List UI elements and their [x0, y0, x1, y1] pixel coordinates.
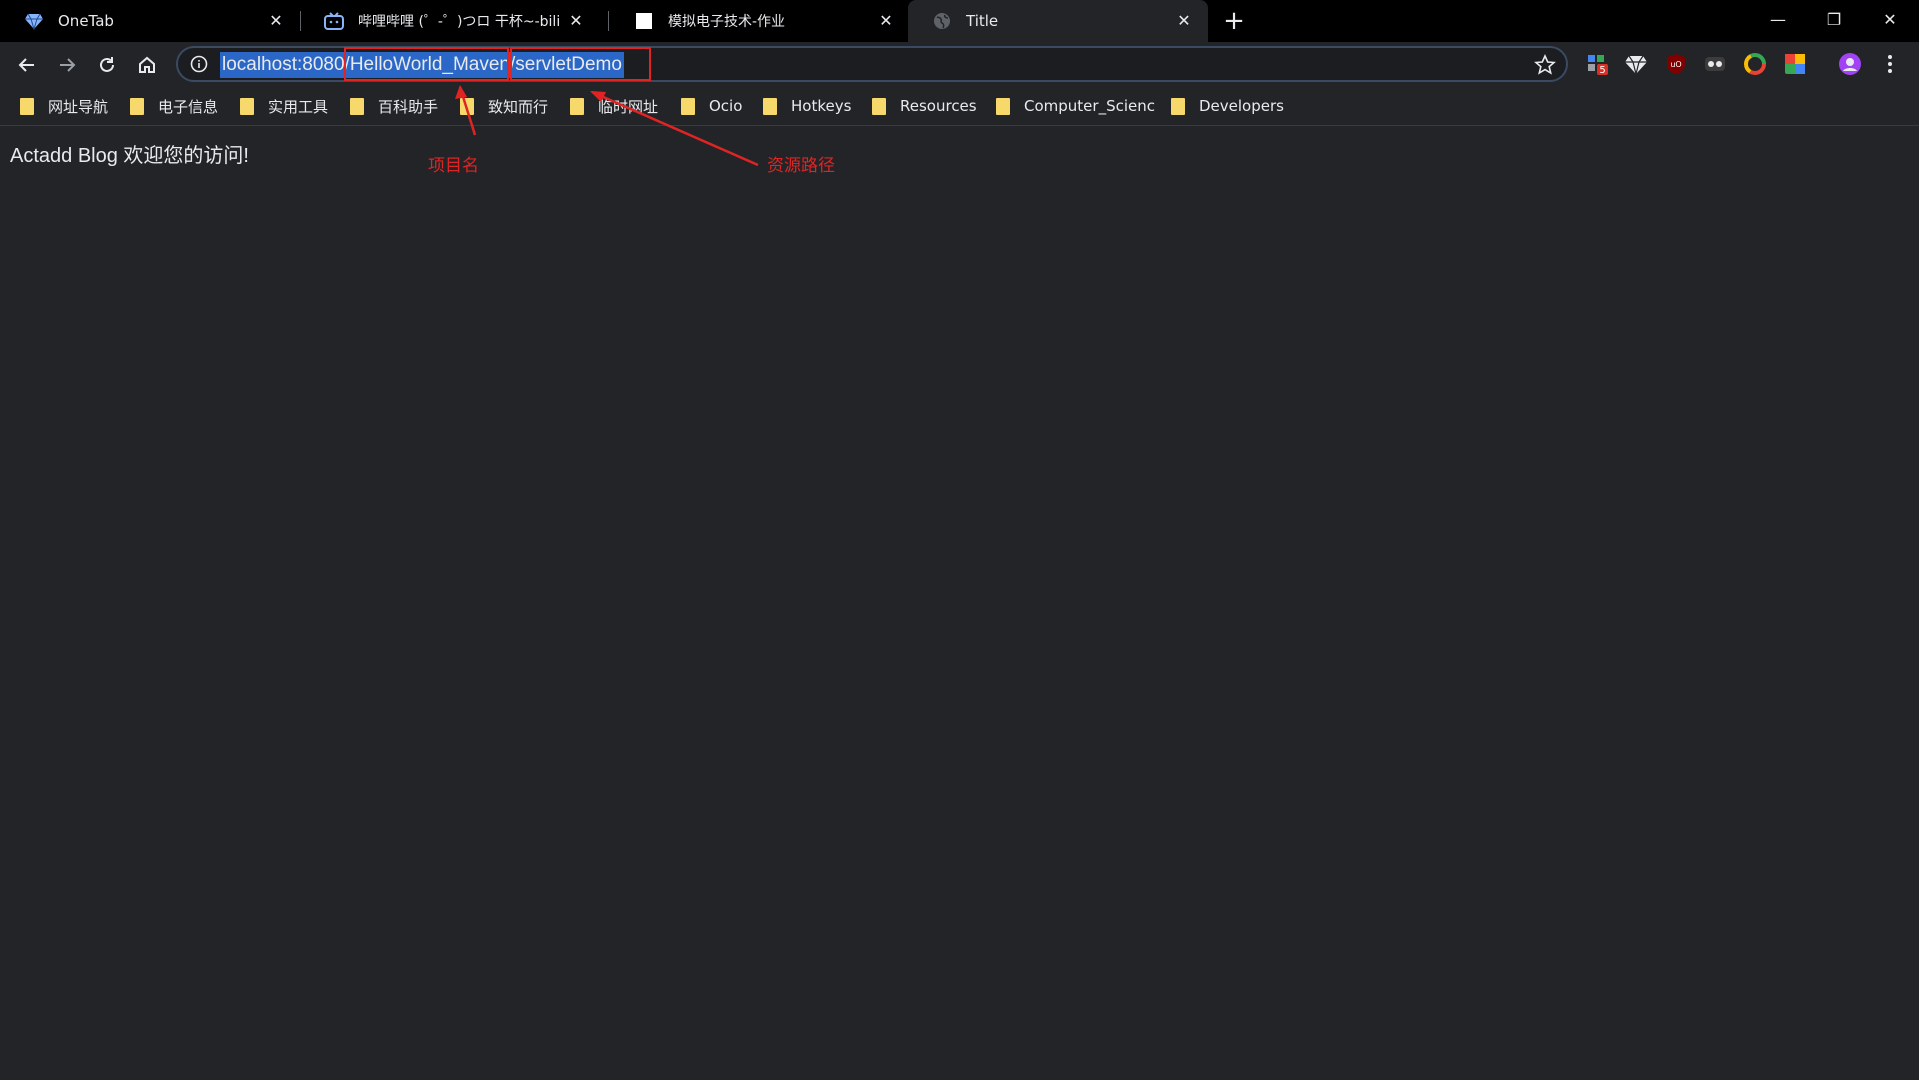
tab-onetab[interactable]: OneTab ✕ [0, 0, 300, 42]
tab-title: 模拟电子技术-作业 [668, 14, 786, 30]
page-content: Actadd Blog 欢迎您的访问! [0, 127, 1919, 1080]
folder-icon [996, 97, 1010, 115]
tab-bilibili[interactable]: 哔哩哔哩 (゜-゜)つロ 干杯~-bili ✕ [300, 0, 600, 42]
resource-path-label: 资源路径 [767, 156, 835, 176]
folder-icon [460, 97, 474, 115]
project-name-highlight-box [344, 47, 509, 81]
arrow-right-icon [60, 58, 76, 72]
tab-title: OneTab [58, 12, 114, 30]
resource-path-highlight-box [510, 47, 651, 81]
bookmark-label: Developers [1199, 97, 1284, 115]
bookmark-label: 网址导航 [48, 97, 109, 116]
folder-icon [350, 97, 364, 115]
close-icon[interactable]: ✕ [1174, 11, 1194, 31]
bookmark-folder[interactable]: 电子信息 [130, 95, 218, 117]
welcome-text: Actadd Blog 欢迎您的访问! [10, 145, 249, 167]
tab-separator [608, 11, 609, 31]
chrome-colors-icon[interactable] [1743, 52, 1767, 76]
project-name-label: 项目名 [428, 156, 479, 176]
google-translate-icon[interactable] [1783, 52, 1807, 76]
onetab-extension-icon[interactable]: 5 [1586, 52, 1610, 76]
home-button[interactable] [132, 50, 162, 80]
reload-icon [100, 57, 114, 72]
bookmark-folder[interactable]: 百科助手 [350, 95, 438, 117]
bookmark-folder[interactable]: Ocio [681, 95, 742, 117]
folder-icon [240, 97, 254, 115]
tab-analog-electronics[interactable]: 模拟电子技术-作业 ✕ [610, 0, 910, 42]
close-icon[interactable]: ✕ [876, 11, 896, 31]
back-button[interactable] [12, 50, 42, 80]
new-tab-button[interactable]: + [1220, 7, 1248, 35]
bookmark-folder[interactable]: 实用工具 [240, 95, 328, 117]
diamond-extension-icon[interactable] [1624, 52, 1648, 76]
bookmark-label: 临时网址 [598, 97, 659, 116]
bookmarks-bar: 网址导航 电子信息 实用工具 百科助手 致知而行 临时网址 Ocio Hotke… [0, 86, 1919, 126]
close-icon[interactable]: ✕ [566, 11, 586, 31]
bookmark-folder[interactable]: Computer_Scienc [996, 95, 1155, 117]
star-icon[interactable] [1534, 54, 1556, 76]
bookmark-folder[interactable]: Developers [1171, 95, 1284, 117]
bookmark-folder[interactable]: 临时网址 [570, 95, 658, 117]
bookmark-label: 电子信息 [158, 97, 219, 116]
globe-icon [932, 11, 952, 31]
tab-strip: OneTab ✕ 哔哩哔哩 (゜-゜)つロ 干杯~-bili ✕ 模拟电子技术-… [0, 0, 1919, 42]
bookmark-label: Hotkeys [791, 97, 852, 115]
bookmark-folder[interactable]: 致知而行 [460, 95, 548, 117]
bilibili-tv-icon [324, 11, 344, 31]
more-menu-icon[interactable] [1878, 52, 1902, 76]
folder-icon [1171, 97, 1185, 115]
ublock-icon[interactable]: uO [1664, 52, 1688, 76]
extension-badge: 5 [1599, 65, 1605, 76]
tab-title: 哔哩哔哩 (゜-゜)つロ 干杯~-bili [358, 14, 561, 30]
arrow-left-icon [18, 58, 34, 72]
blank-page-icon [634, 11, 654, 31]
minimize-button[interactable]: — [1750, 0, 1806, 38]
onetab-diamond-icon [24, 11, 44, 31]
bookmark-label: Resources [900, 97, 977, 115]
reload-button[interactable] [92, 50, 122, 80]
close-window-button[interactable]: ✕ [1862, 0, 1918, 38]
bookmark-label: Ocio [709, 97, 743, 115]
bookmark-folder[interactable]: Resources [872, 95, 977, 117]
restore-button[interactable]: ❐ [1806, 0, 1862, 38]
info-icon[interactable] [190, 55, 208, 73]
folder-icon [763, 97, 777, 115]
bookmark-folder[interactable]: 网址导航 [20, 95, 108, 117]
tab-title: Title [966, 12, 999, 30]
folder-icon [872, 97, 886, 115]
bookmark-label: 实用工具 [268, 97, 329, 116]
close-icon[interactable]: ✕ [266, 11, 286, 31]
folder-icon [20, 97, 34, 115]
svg-text:uO: uO [1670, 60, 1681, 69]
folder-icon [130, 97, 144, 115]
home-icon [139, 56, 155, 73]
tampermonkey-icon[interactable] [1703, 52, 1727, 76]
folder-icon [681, 97, 695, 115]
profile-avatar-icon[interactable] [1838, 52, 1862, 76]
tab-title-active[interactable]: Title ✕ [908, 0, 1208, 42]
bookmark-label: 致知而行 [488, 97, 549, 116]
bookmark-label: Computer_Scienc [1024, 97, 1155, 115]
forward-button[interactable] [52, 50, 82, 80]
bookmark-label: 百科助手 [378, 97, 439, 116]
bookmark-folder[interactable]: Hotkeys [763, 95, 851, 117]
folder-icon [570, 97, 584, 115]
